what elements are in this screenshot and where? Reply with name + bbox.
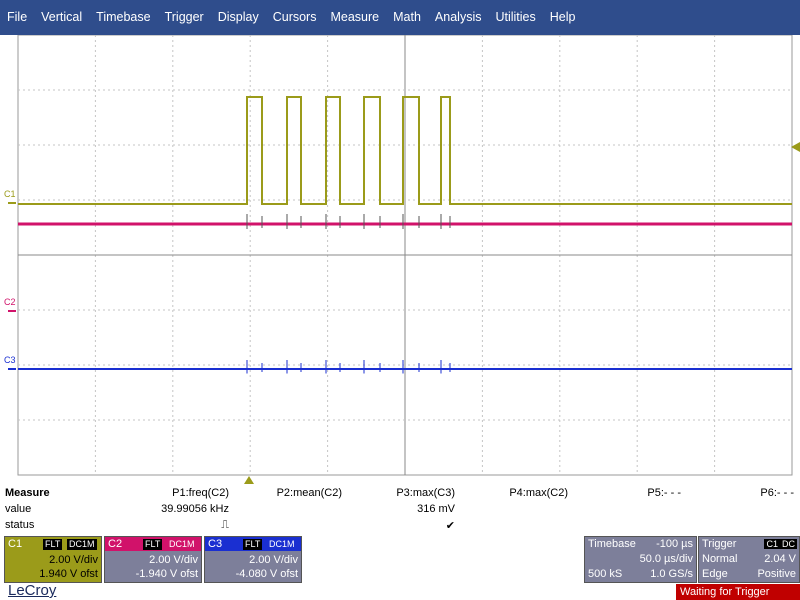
timebase-label: Timebase — [588, 538, 636, 550]
trigger-label: Trigger — [702, 538, 737, 550]
c3-vdiv: 2.00 V/div — [249, 554, 298, 566]
menu-timebase[interactable]: Timebase — [89, 0, 157, 35]
c3-offset: -4.080 V ofst — [235, 568, 298, 580]
c2-marker-label[interactable]: C2 — [4, 297, 16, 307]
acquisition-status: Waiting for Trigger — [676, 584, 800, 600]
menu-cursors[interactable]: Cursors — [266, 0, 324, 35]
waveform-display[interactable]: C1 C2 C3 — [0, 35, 800, 485]
menu-analysis[interactable]: Analysis — [428, 0, 489, 35]
timebase-delay: -100 µs — [656, 538, 693, 550]
p3-value: 316 mV — [417, 503, 455, 515]
menu-vertical[interactable]: Vertical — [34, 0, 89, 35]
measure-status-label: status — [5, 519, 35, 531]
c3-coupling-tag: DC1M — [267, 539, 297, 550]
c2-offset: -1.940 V ofst — [135, 568, 198, 580]
menu-trigger[interactable]: Trigger — [158, 0, 211, 35]
timebase-rate: 1.0 GS/s — [650, 568, 693, 580]
c3-marker-label[interactable]: C3 — [4, 355, 16, 365]
c1-marker-label[interactable]: C1 — [4, 189, 16, 199]
c1-coupling-tag: DC1M — [67, 539, 97, 550]
menu-measure[interactable]: Measure — [323, 0, 386, 35]
p6-name[interactable]: P6:- - - — [760, 487, 794, 499]
menu-math[interactable]: Math — [386, 0, 428, 35]
c1-offset: 1.940 V ofst — [39, 568, 98, 580]
c1-descriptor-name: C1 — [8, 538, 23, 550]
c1-vdiv: 2.00 V/div — [49, 554, 98, 566]
trigger-time-marker[interactable] — [244, 476, 254, 484]
p5-name[interactable]: P5:- - - — [647, 487, 681, 499]
c3-filter-tag: FLT — [243, 539, 263, 550]
trigger-type: Edge — [702, 568, 728, 580]
menu-bar: File Vertical Timebase Trigger Display C… — [0, 0, 800, 35]
p1-value: 39.99056 kHz — [161, 503, 229, 515]
p1-name[interactable]: P1:freq(C2) — [172, 487, 229, 499]
measure-panel: Measure P1:freq(C2) P2:mean(C2) P3:max(C… — [0, 485, 800, 535]
trigger-source-tag: C1 — [764, 539, 780, 549]
c3-descriptor[interactable]: C3 FLT DC1M 2.00 V/div -4.080 V ofst — [204, 536, 302, 583]
c1-descriptor[interactable]: C1 FLT DC1M 2.00 V/div 1.940 V ofst — [4, 536, 102, 583]
trigger-level: 2.04 V — [764, 553, 796, 565]
grid-svg: C1 C2 C3 — [4, 35, 800, 484]
graticule — [17, 35, 793, 476]
menu-file[interactable]: File — [0, 0, 34, 35]
menu-utilities[interactable]: Utilities — [488, 0, 542, 35]
p4-name[interactable]: P4:max(C2) — [509, 487, 568, 499]
measure-value-label: value — [5, 503, 32, 515]
trigger-coupling-tag: DC — [780, 539, 797, 549]
c1-filter-tag: FLT — [43, 539, 63, 550]
c2-coupling-tag: DC1M — [167, 539, 197, 550]
c2-descriptor-name: C2 — [108, 538, 123, 550]
c2-descriptor[interactable]: C2 FLT DC1M 2.00 V/div -1.940 V ofst — [104, 536, 202, 583]
menu-help[interactable]: Help — [543, 0, 583, 35]
trigger-slope: Positive — [757, 568, 796, 580]
p3-status-icon: ✔ — [445, 520, 455, 532]
trace-spikes — [246, 214, 451, 374]
menu-display[interactable]: Display — [211, 0, 266, 35]
timebase-descriptor[interactable]: Timebase -100 µs 50.0 µs/div 500 kS 1.0 … — [584, 536, 697, 583]
c2-vdiv: 2.00 V/div — [149, 554, 198, 566]
timebase-per-div: 50.0 µs/div — [639, 553, 693, 565]
c2-filter-tag: FLT — [143, 539, 163, 550]
trigger-descriptor[interactable]: Trigger C1 DC Normal 2.04 V Edge Positiv… — [698, 536, 800, 583]
measure-title: Measure — [5, 487, 50, 499]
trigger-mode: Normal — [702, 553, 738, 565]
p2-name[interactable]: P2:mean(C2) — [277, 487, 342, 499]
p1-status-icon: ⎍ — [221, 519, 229, 531]
timebase-samples: 500 kS — [588, 568, 623, 580]
c3-descriptor-name: C3 — [208, 538, 223, 550]
p3-name[interactable]: P3:max(C3) — [396, 487, 455, 499]
lecroy-logo: LeCroy — [8, 582, 57, 599]
